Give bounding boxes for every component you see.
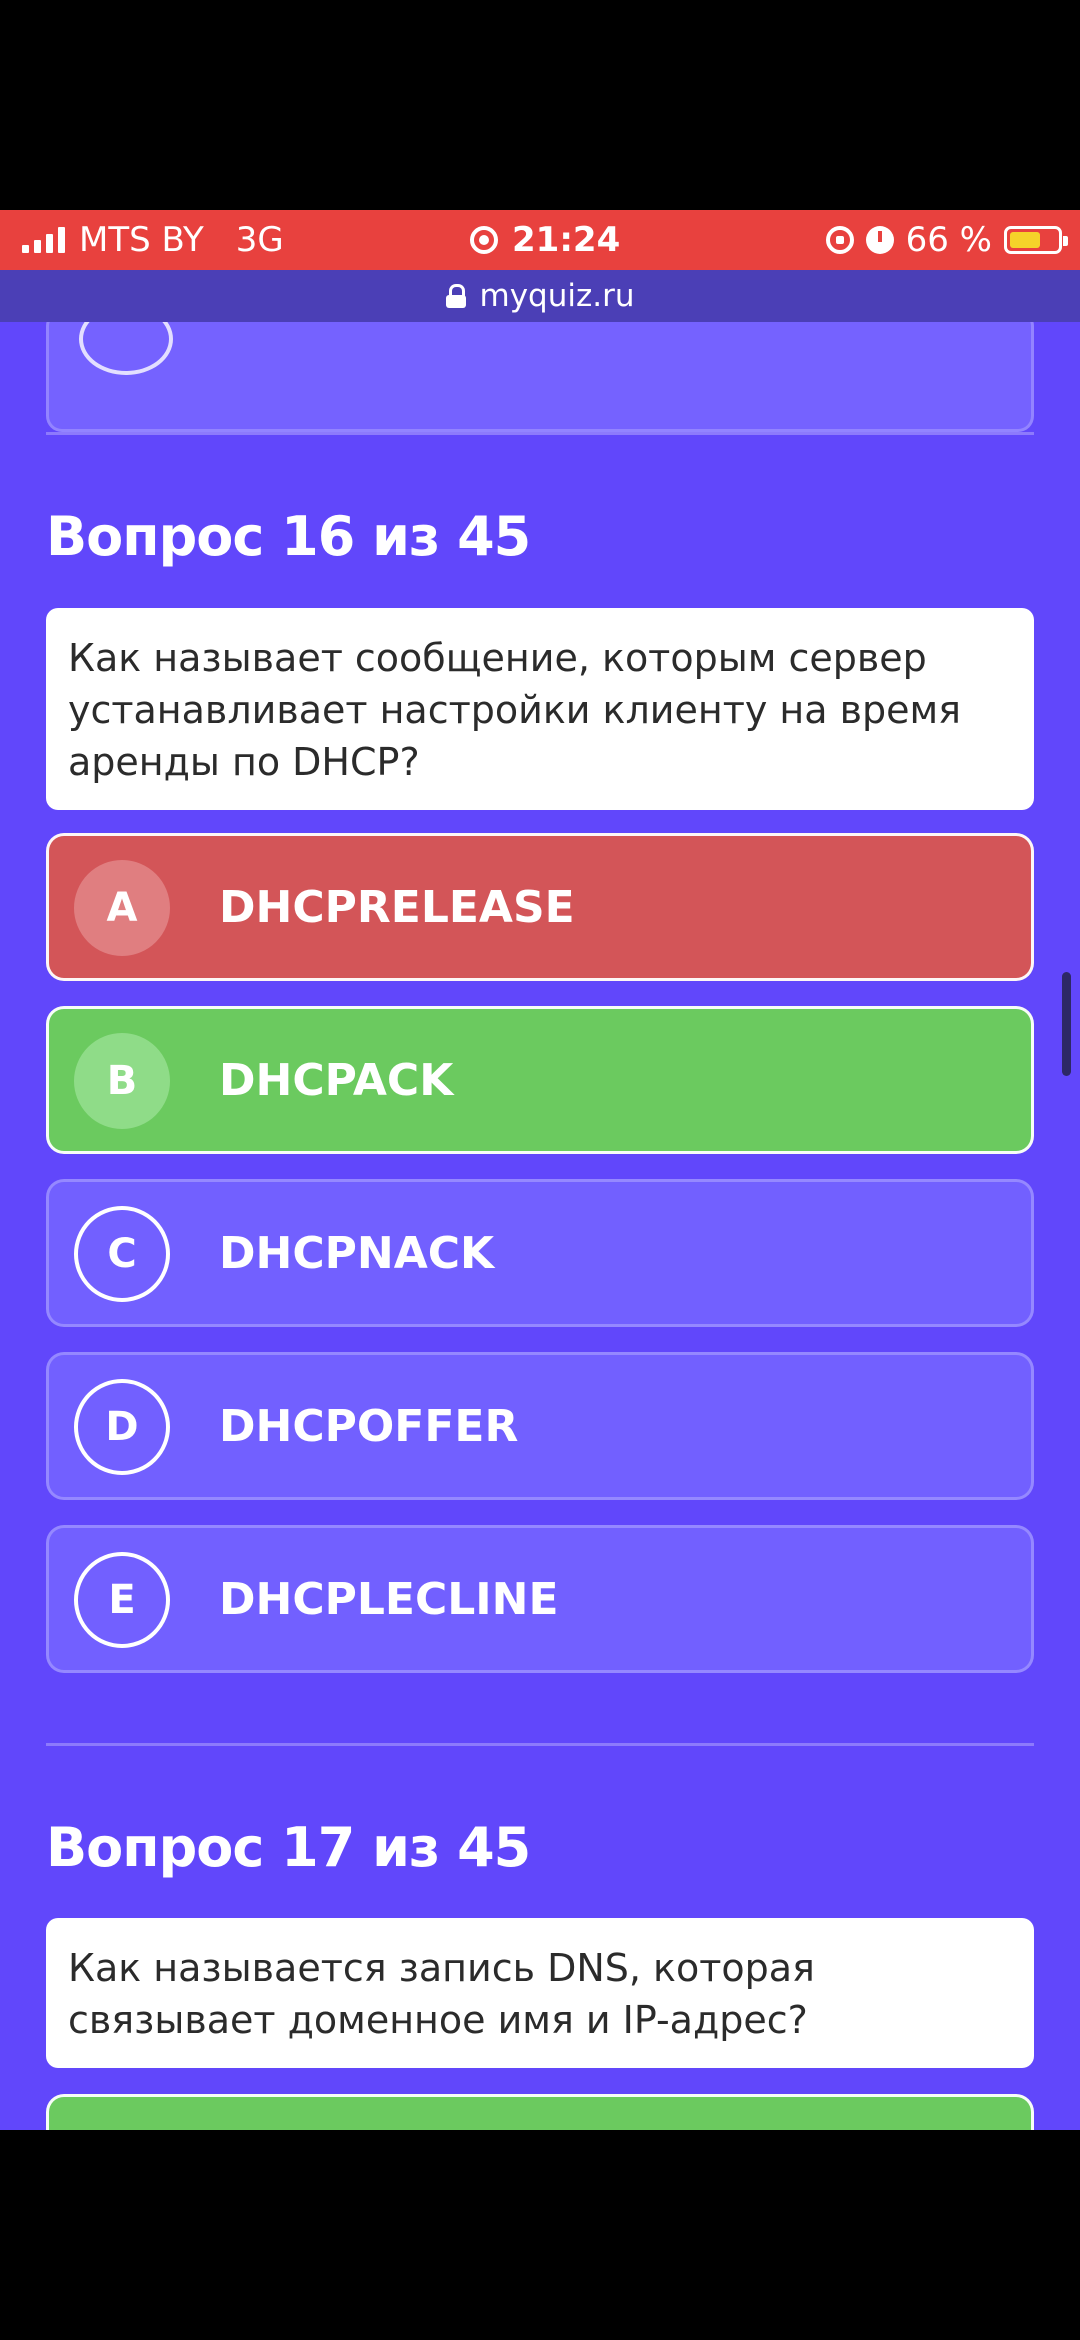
option-c[interactable]: C DHCPNACK — [46, 1179, 1034, 1327]
battery-percent: 66 % — [905, 220, 992, 260]
section-divider — [46, 432, 1034, 435]
section-divider — [46, 1743, 1034, 1746]
option-letter-b: B — [74, 1033, 170, 1129]
battery-icon — [1004, 226, 1068, 254]
question-16-text: Как называет сообщение, которым сервер у… — [68, 636, 962, 784]
battery-fill — [1010, 232, 1041, 248]
orientation-lock-icon — [825, 226, 854, 254]
signal-icon — [22, 227, 65, 253]
option-label-d: DHCPOFFER — [219, 1400, 519, 1452]
option-label-c: DHCPNACK — [219, 1227, 495, 1279]
url-text[interactable]: myquiz.ru — [480, 278, 635, 314]
option-letter-e: E — [74, 1552, 170, 1648]
lock-icon — [445, 284, 466, 308]
option-e[interactable]: E DHCPLECLINE — [46, 1525, 1034, 1673]
network-type: 3G — [235, 220, 284, 260]
record-icon — [470, 226, 498, 254]
option-letter-d: D — [74, 1379, 170, 1475]
option-letter-a: A — [74, 860, 170, 956]
alarm-icon — [865, 226, 894, 254]
clock: 21:24 — [512, 220, 621, 260]
question-17-title: Вопрос 17 из 45 — [46, 1816, 531, 1879]
question-16-title: Вопрос 16 из 45 — [46, 505, 531, 568]
question-17-text: Как называется запись DNS, которая связы… — [68, 1946, 815, 2042]
quiz-content: Вопрос 16 из 45 Как называет сообщение, … — [0, 270, 1080, 2130]
status-right: 66 % — [825, 210, 1068, 270]
carrier-name: MTS BY — [79, 220, 204, 260]
option-a[interactable]: A DHCPRELEASE — [46, 833, 1034, 981]
option-letter-c: C — [74, 1206, 170, 1302]
address-bar[interactable]: myquiz.ru — [0, 270, 1080, 322]
option-label-a: DHCPRELEASE — [219, 881, 575, 933]
option-label-e: DHCPLECLINE — [219, 1573, 559, 1625]
previous-answer-option[interactable] — [46, 303, 1034, 432]
scrollbar-thumb[interactable] — [1062, 972, 1071, 1076]
option-d[interactable]: D DHCPOFFER — [46, 1352, 1034, 1500]
status-bar: MTS BY 3G 21:24 66 % — [0, 210, 1080, 270]
status-left: MTS BY 3G — [22, 210, 284, 270]
question-16-card: Как называет сообщение, которым сервер у… — [46, 608, 1034, 810]
question-17-card: Как называется запись DNS, которая связы… — [46, 1918, 1034, 2068]
next-answer-option[interactable] — [46, 2094, 1034, 2130]
option-label-b: DHCPACK — [219, 1054, 454, 1106]
status-center: 21:24 — [470, 210, 620, 270]
option-b[interactable]: B DHCPACK — [46, 1006, 1034, 1154]
